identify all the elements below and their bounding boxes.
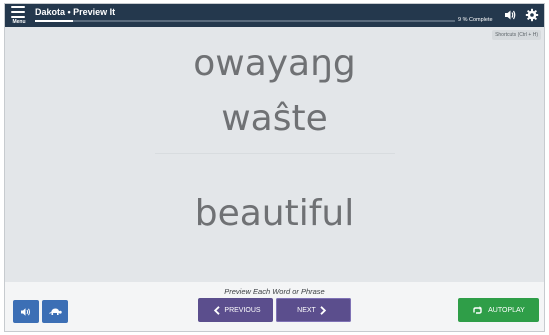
autoplay-button[interactable]: AUTOPLAY xyxy=(458,298,539,322)
shortcuts-hint[interactable]: Shortcuts (Ctrl + H) xyxy=(492,30,541,40)
instruction-text: Preview Each Word or Phrase xyxy=(224,287,325,296)
flashcard-area: Shortcuts (Ctrl + H) owayaŋg waŝte beaut… xyxy=(5,27,544,282)
lesson-title: Dakota • Preview It xyxy=(35,7,116,17)
hamburger-icon xyxy=(11,6,25,18)
autoplay-label: AUTOPLAY xyxy=(488,306,525,314)
chevron-left-icon xyxy=(214,305,221,315)
divider xyxy=(155,153,395,154)
previous-button[interactable]: PREVIOUS xyxy=(198,298,273,322)
bottom-bar: Preview Each Word or Phrase PREVIOUS NEX… xyxy=(5,282,544,331)
progress-fill xyxy=(35,20,73,22)
menu-label: Menu xyxy=(12,19,26,25)
volume-icon[interactable] xyxy=(503,8,517,22)
top-bar: Menu Dakota • Preview It 9 % Complete xyxy=(5,4,544,27)
slow-audio-button[interactable] xyxy=(42,300,68,323)
dakota-word-line-2: waŝte xyxy=(221,98,328,139)
turtle-icon xyxy=(48,307,62,316)
progress-text: 9 % Complete xyxy=(458,17,493,23)
progress-bar xyxy=(35,20,455,22)
repeat-icon xyxy=(472,305,483,315)
next-label: NEXT xyxy=(297,306,316,314)
chevron-right-icon xyxy=(320,305,326,315)
app-frame: Menu Dakota • Preview It 9 % Complete Sh… xyxy=(4,3,545,332)
next-button[interactable]: NEXT xyxy=(276,298,351,322)
menu-button[interactable]: Menu xyxy=(9,5,29,26)
gear-icon[interactable] xyxy=(525,8,539,22)
speaker-icon xyxy=(20,307,32,317)
previous-label: PREVIOUS xyxy=(224,306,261,314)
english-translation: beautiful xyxy=(194,193,355,234)
play-audio-button[interactable] xyxy=(13,300,39,323)
dakota-word-line-1: owayaŋg xyxy=(193,43,356,84)
